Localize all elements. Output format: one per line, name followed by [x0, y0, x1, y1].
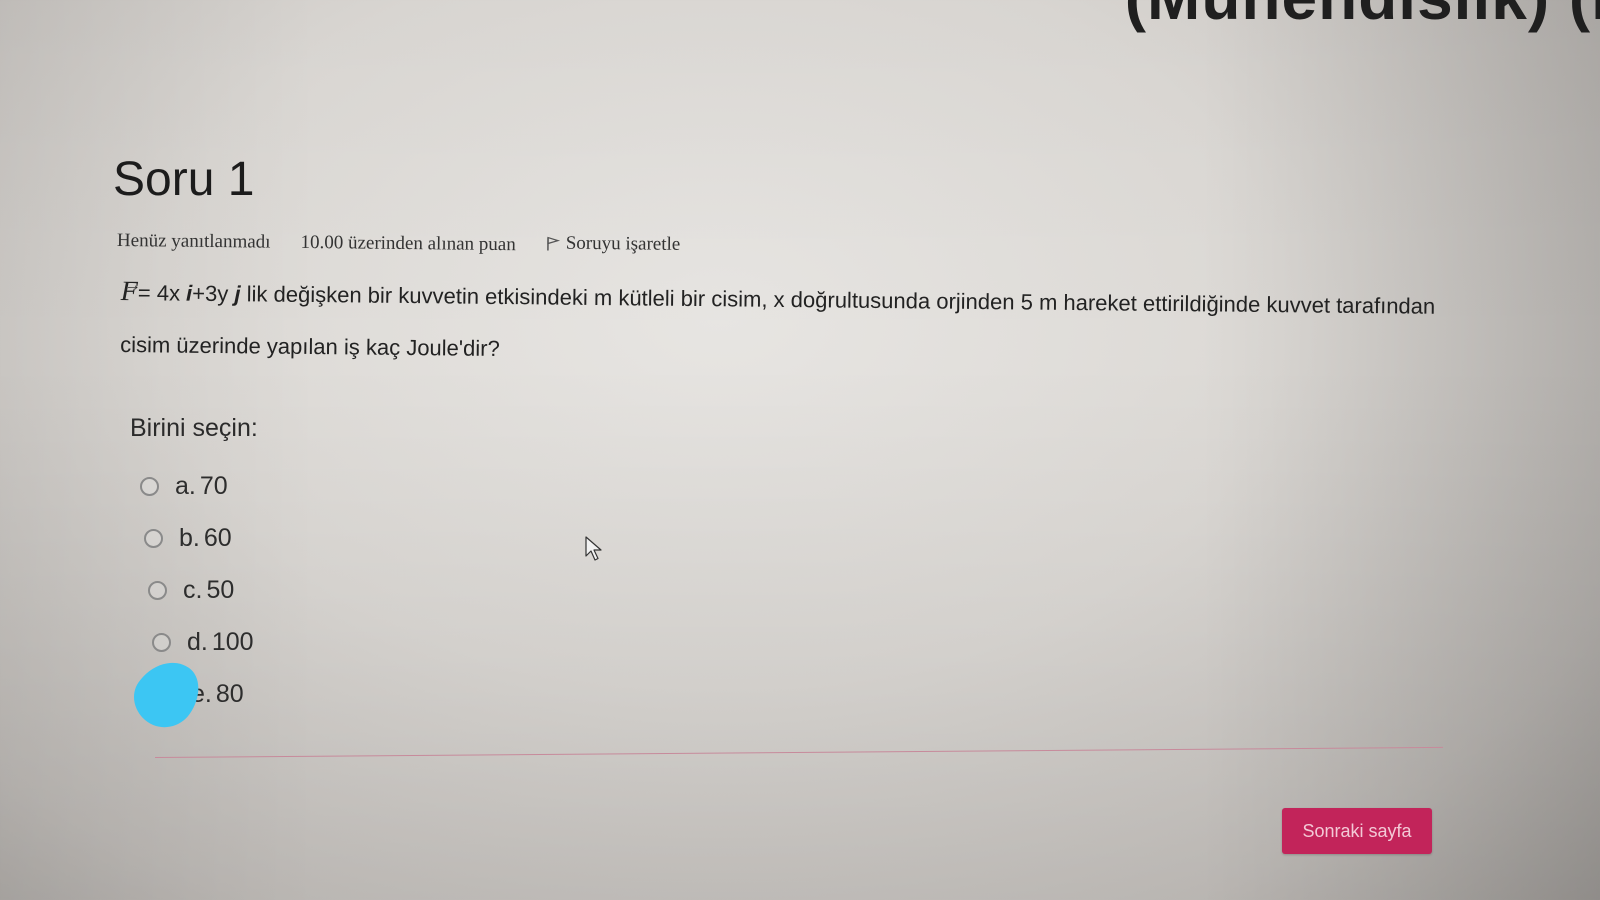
- option-a[interactable]: a. 70: [140, 460, 254, 512]
- question-grade: 10.00 üzerinden alınan puan: [300, 231, 516, 256]
- screen-vignette: [0, 0, 1600, 900]
- option-value: 80: [215, 679, 244, 708]
- option-c[interactable]: c. 50: [148, 564, 254, 616]
- option-value: 50: [206, 575, 235, 604]
- next-page-button[interactable]: Sonraki sayfa: [1282, 808, 1432, 854]
- option-letter: c.: [183, 575, 203, 604]
- answer-prompt: Birini seçin:: [130, 414, 258, 442]
- question-info: Henüz yanıtlanmadı 10.00 üzerinden alına…: [117, 228, 681, 258]
- radio-button[interactable]: [144, 528, 163, 548]
- option-b[interactable]: b. 60: [144, 512, 254, 564]
- radio-button[interactable]: [148, 580, 167, 600]
- question-text: F= 4x i+3y j lik değişken bir kuvvetin e…: [120, 266, 1441, 385]
- question-body: lik değişken bir kuvvetin etkisindeki m …: [120, 281, 1436, 361]
- formula-prefix: = 4x: [137, 280, 187, 306]
- option-value: 70: [199, 471, 228, 500]
- flag-icon: [546, 236, 560, 251]
- option-letter: b.: [179, 523, 200, 552]
- flag-question-link[interactable]: Soruyu işaretle: [546, 232, 681, 255]
- course-title-fragment: (Mühendislik) (I: [1125, 0, 1600, 34]
- formula-middle: +3y: [192, 280, 235, 307]
- mouse-pointer-icon: [585, 536, 602, 561]
- option-letter: a.: [175, 471, 196, 500]
- question-status: Henüz yanıtlanmadı: [116, 230, 271, 253]
- option-letter: d.: [187, 627, 208, 656]
- option-d[interactable]: d. 100: [152, 616, 254, 668]
- option-value: 100: [211, 627, 254, 656]
- flag-question-label: Soruyu işaretle: [565, 232, 681, 255]
- force-vector-symbol: F: [121, 276, 138, 307]
- radio-button[interactable]: [152, 632, 171, 652]
- radio-button[interactable]: [140, 476, 159, 496]
- option-value: 60: [203, 523, 232, 552]
- separator-line: [154, 746, 1443, 758]
- question-title: Soru 1: [113, 153, 255, 206]
